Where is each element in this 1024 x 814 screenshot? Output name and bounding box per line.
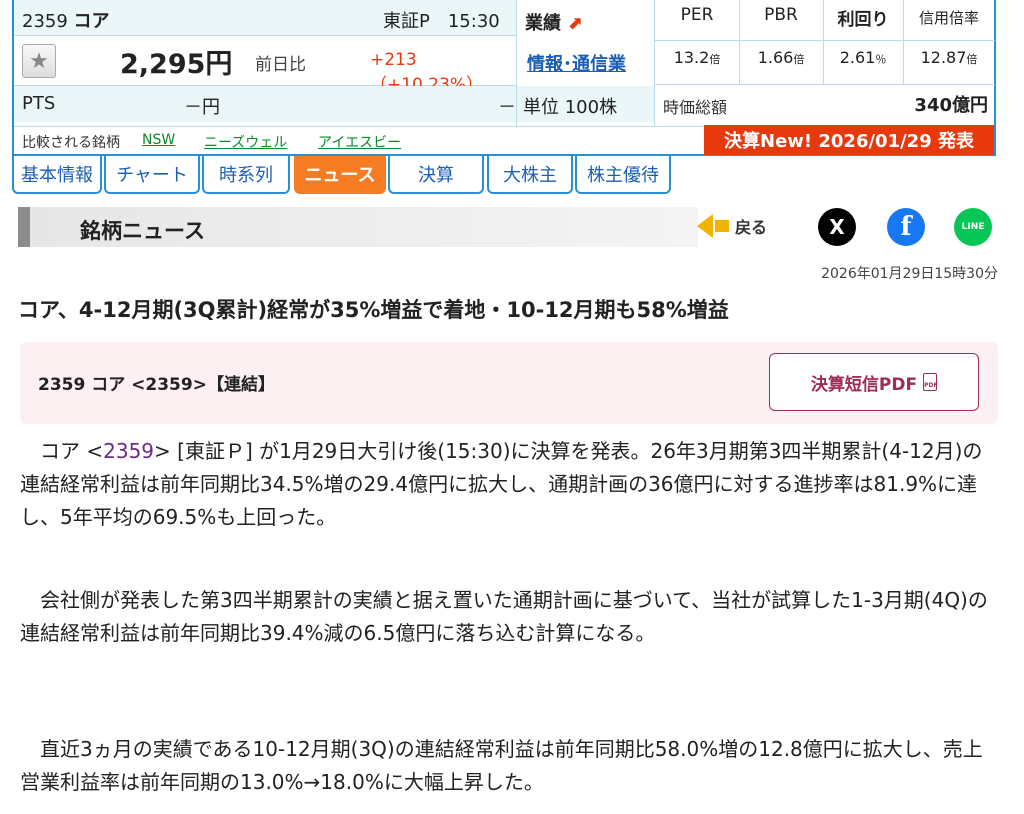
- pbr-unit: 倍: [793, 53, 805, 66]
- pdf-button-label: 決算短信PDF: [810, 374, 918, 395]
- divider: [655, 40, 995, 41]
- tab-earnings[interactable]: 決算: [388, 156, 484, 194]
- unit-row: 単位 100株: [517, 86, 655, 122]
- article-paragraph-3: 直近3ヵ月の実績である10-12月期(3Q)の連結経常利益は前年同期比58.0%…: [20, 737, 983, 794]
- yield-head: 利回り: [837, 10, 889, 30]
- p1-pre: コア <: [40, 439, 104, 463]
- pdf-file-icon: PDF: [923, 373, 938, 391]
- pts-value: －円: [184, 97, 220, 118]
- compare-link-needswell[interactable]: ニーズウェル: [204, 132, 287, 152]
- compare-link-nsw[interactable]: NSW: [142, 132, 175, 148]
- company-info-box: 2359 コア <2359>【連結】 決算短信PDF PDF: [20, 342, 998, 424]
- tab-shareholder-benefits[interactable]: 株主優待: [575, 156, 671, 194]
- article-paragraph-2: 会社側が発表した第3四半期累計の実績と据え置いた通期計画に基づいて、当社が試算し…: [20, 588, 988, 645]
- earnings-pdf-button[interactable]: 決算短信PDF PDF: [769, 353, 979, 411]
- market-cap-value: 340億円: [914, 95, 988, 116]
- yield-number: 2.61: [839, 48, 876, 67]
- back-button[interactable]: 戻る: [697, 212, 767, 240]
- pts-label: PTS: [22, 93, 56, 114]
- back-label: 戻る: [735, 218, 768, 237]
- pbr-head: PBR: [764, 5, 798, 25]
- star-icon: ★: [29, 48, 49, 74]
- article-headline: コア、4-12月期(3Q累計)経常が35%増益で着地・10-12月期も58%増益: [18, 298, 729, 322]
- margin-number: 12.87: [920, 48, 967, 67]
- up-arrow-icon: ⬈: [567, 13, 583, 34]
- per-head: PER: [680, 5, 714, 25]
- gyoseki-text: 業績: [525, 13, 561, 34]
- p1-post: > [東証Ｐ] が1月29日大引け後(15:30)に決算を発表。26年3月期第3…: [20, 439, 983, 529]
- company-info-title: 2359 コア <2359>【連結】: [38, 375, 275, 395]
- divider: [903, 0, 904, 84]
- pbr-number: 1.66: [757, 48, 794, 67]
- divider: [655, 84, 995, 85]
- header-row: 2359 コア 東証P 15:30: [14, 0, 516, 36]
- facebook-share-icon[interactable]: f: [887, 208, 925, 246]
- market-time: 東証P 15:30: [383, 11, 500, 32]
- line-share-icon[interactable]: LINE: [954, 208, 992, 246]
- per-value: 13.2倍: [655, 48, 739, 67]
- margin-ratio-value: 12.87倍: [903, 48, 995, 67]
- margin-ratio-head: 信用倍率: [918, 9, 979, 27]
- favorite-star-button[interactable]: ★: [22, 44, 56, 78]
- pts-change: －: [498, 97, 516, 118]
- metrics-section: PER PBR 利回り 信用倍率 13.2倍 1.66倍 2.61％ 12.87…: [654, 0, 995, 126]
- pts-row: PTS －円 －: [14, 86, 516, 122]
- trading-unit: 単位 100株: [523, 97, 618, 118]
- tab-timeseries[interactable]: 時系列: [202, 156, 290, 194]
- sector-section: 業績 ⬈ 情報･通信業 単位 100株: [516, 0, 655, 126]
- yield-unit: ％: [875, 53, 887, 66]
- tab-news[interactable]: ニュース: [294, 156, 386, 194]
- divider: [823, 0, 824, 84]
- gyoseki-label[interactable]: 業績 ⬈: [525, 9, 582, 35]
- article-paragraph-1: コア <2359> [東証Ｐ] が1月29日大引け後(15:30)に決算を発表。…: [20, 435, 1000, 534]
- compare-row: 比較される銘柄 NSW ニーズウェル アイエスビー 決算New! 2026/01…: [14, 125, 994, 155]
- sector-link[interactable]: 情報･通信業: [527, 50, 626, 76]
- tab-major-holders[interactable]: 大株主: [487, 156, 573, 194]
- compare-label: 比較される銘柄: [22, 135, 120, 151]
- stock-quote-panel: 2359 コア 東証P 15:30 ★ 2,295円 前日比 +213 （+10…: [12, 0, 996, 156]
- stock-code: 2359: [22, 11, 68, 32]
- margin-unit: 倍: [966, 53, 978, 66]
- per-unit: 倍: [709, 53, 721, 66]
- divider: [739, 0, 740, 84]
- stock-name: コア: [73, 11, 110, 32]
- tab-chart[interactable]: チャート: [104, 156, 200, 194]
- x-share-icon[interactable]: X: [818, 208, 856, 246]
- section-title: 銘柄ニュース: [80, 219, 205, 243]
- price-row: ★ 2,295円 前日比 +213 （+10.23%）: [14, 36, 516, 95]
- back-arrow-tail: [715, 220, 729, 232]
- yield-value: 2.61％: [823, 48, 903, 67]
- tab-basic-info[interactable]: 基本情報: [12, 156, 102, 194]
- per-number: 13.2: [673, 48, 710, 67]
- stock-code-link[interactable]: 2359: [103, 439, 154, 463]
- compare-link-isb[interactable]: アイエスビー: [318, 132, 401, 152]
- current-price: 2,295円: [120, 49, 233, 80]
- header-accent: [18, 207, 30, 247]
- stock-code-name: 2359 コア: [22, 7, 110, 33]
- publish-date: 2026年01月29日15時30分: [821, 266, 998, 282]
- kessan-new-banner[interactable]: 決算New! 2026/01/29 発表: [704, 125, 994, 155]
- news-section-header: 銘柄ニュース: [18, 207, 698, 247]
- price-section: 2359 コア 東証P 15:30 ★ 2,295円 前日比 +213 （+10…: [14, 0, 516, 126]
- back-arrow-icon: [697, 214, 713, 238]
- pbr-value: 1.66倍: [739, 48, 823, 67]
- market-cap-label: 時価総額: [663, 98, 728, 117]
- prev-day-label: 前日比: [255, 55, 306, 75]
